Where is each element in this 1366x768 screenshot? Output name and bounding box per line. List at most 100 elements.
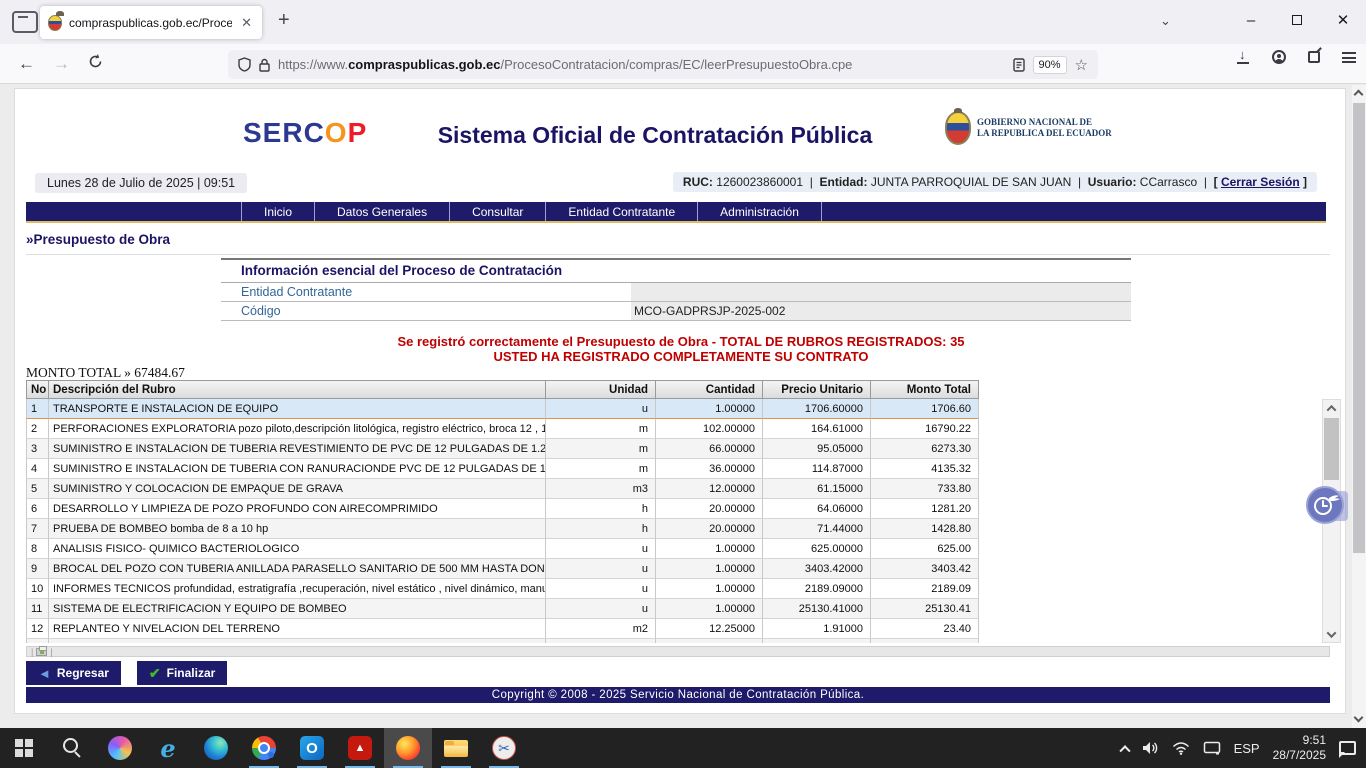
table-row[interactable]: 5SUMINISTRO Y COLOCACION DE EMPAQUE DE G…: [26, 479, 1341, 499]
scroll-down-icon[interactable]: [1323, 626, 1340, 642]
menu-item-entidad-contratante[interactable]: Entidad Contratante: [545, 202, 697, 221]
taskbar-clock[interactable]: 9:51 28/7/2025: [1273, 733, 1326, 763]
finalizar-button[interactable]: ✔ Finalizar: [137, 661, 227, 685]
menu-item-datos-generales[interactable]: Datos Generales: [314, 202, 449, 221]
table-row[interactable]: 6DESARROLLO Y LIMPIEZA DE POZO PROFUNDO …: [26, 499, 1341, 519]
cell-unidad: h: [546, 519, 656, 539]
page-scrollbar-thumb[interactable]: [1353, 103, 1365, 553]
browser-tab[interactable]: compraspublicas.gob.ec/Proce ✕: [40, 6, 262, 39]
cell-no: 3: [26, 439, 49, 459]
copilot-icon[interactable]: [96, 728, 144, 768]
new-tab-icon[interactable]: +: [278, 9, 290, 32]
table-row[interactable]: 7PRUEBA DE BOMBEO bomba de 8 a 10 hph20.…: [26, 519, 1341, 539]
url-bar[interactable]: https://www.compraspublicas.gob.ec/Proce…: [228, 50, 1098, 79]
bookmark-star-icon[interactable]: ☆: [1075, 56, 1088, 74]
reload-icon[interactable]: [88, 54, 103, 74]
maximize-icon[interactable]: [1274, 0, 1320, 40]
table-row[interactable]: 12REPLANTEO Y NIVELACION DEL TERRENOm212…: [26, 619, 1341, 639]
acrobat-icon[interactable]: ▲: [336, 728, 384, 768]
minimize-icon[interactable]: –: [1228, 0, 1274, 40]
taskbar: e O▲ ✂ ESP 9:51 28/7/2025: [0, 728, 1366, 768]
cell-desc: EXCAVACION A PULSO: [49, 639, 546, 643]
language-indicator[interactable]: ESP: [1234, 741, 1260, 756]
outlook-icon[interactable]: O: [288, 728, 336, 768]
cell-monto: 4135.32: [871, 459, 979, 479]
page-scroll-down-icon[interactable]: [1354, 713, 1364, 723]
zoom-level-badge[interactable]: 90%: [1033, 56, 1067, 74]
cell-precio: 64.06000: [763, 499, 871, 519]
firefox-view-icon[interactable]: [12, 11, 38, 33]
page-scrollbar[interactable]: [1352, 85, 1366, 728]
chrome-icon[interactable]: [240, 728, 288, 768]
table-row[interactable]: 9BROCAL DEL POZO CON TUBERIA ANILLADA PA…: [26, 559, 1341, 579]
volume-icon[interactable]: [1142, 741, 1159, 755]
cell-cant: 36.00000: [656, 459, 763, 479]
menu-icon[interactable]: [1342, 52, 1356, 63]
logout-link[interactable]: Cerrar Sesión: [1221, 175, 1300, 189]
snipping-tool-icon[interactable]: ✂: [480, 728, 528, 768]
account-icon[interactable]: [1272, 50, 1286, 64]
download-icon[interactable]: [1236, 50, 1250, 64]
clock-extension-widget[interactable]: [1306, 486, 1348, 526]
cell-desc: SISTEMA DE ELECTRIFICACION Y EQUIPO DE B…: [49, 599, 546, 619]
table-row[interactable]: 2PERFORACIONES EXPLORATORIA pozo piloto,…: [26, 419, 1341, 439]
firefox-icon[interactable]: [384, 728, 432, 768]
taskbar-icons: e O▲ ✂: [0, 728, 528, 768]
table-row[interactable]: 13EXCAVACION A PULSOm32.5000011.9000029.…: [26, 639, 1341, 643]
ie-icon[interactable]: e: [144, 728, 192, 768]
cell-precio: 114.87000: [763, 459, 871, 479]
explorer-icon[interactable]: [432, 728, 480, 768]
reader-mode-icon[interactable]: [1013, 58, 1025, 72]
cell-cant: 1.00000: [656, 579, 763, 599]
session-info: RUC: 1260023860001 | Entidad: JUNTA PARR…: [673, 172, 1317, 192]
cell-monto: 625.00: [871, 539, 979, 559]
forward-icon[interactable]: →: [53, 54, 70, 74]
system-tray: ESP 9:51 28/7/2025: [1121, 728, 1366, 768]
page-scroll-up-icon[interactable]: [1354, 90, 1364, 100]
cell-no: 2: [26, 419, 49, 439]
close-tab-icon[interactable]: ✕: [239, 15, 254, 31]
menu-item-inicio[interactable]: Inicio: [241, 202, 314, 221]
breadcrumb: »Presupuesto de Obra: [26, 232, 1330, 255]
site-footer: Copyright © 2008 - 2025 Servicio Naciona…: [26, 687, 1330, 703]
cell-no: 9: [26, 559, 49, 579]
cell-precio: 1706.60000: [763, 399, 871, 419]
edge-icon[interactable]: [192, 728, 240, 768]
cell-precio: 71.44000: [763, 519, 871, 539]
extension-icon[interactable]: [1308, 51, 1320, 63]
cell-cant: 20.00000: [656, 519, 763, 539]
process-info-box: Información esencial del Proceso de Cont…: [221, 258, 1131, 321]
close-window-icon[interactable]: ✕: [1320, 0, 1366, 40]
table-row[interactable]: 11SISTEMA DE ELECTRIFICACION Y EQUIPO DE…: [26, 599, 1341, 619]
scroll-up-icon[interactable]: [1323, 400, 1340, 416]
table-row[interactable]: 10INFORMES TECNICOS profundidad, estrati…: [26, 579, 1341, 599]
cast-icon[interactable]: [1203, 741, 1221, 755]
back-icon[interactable]: ←: [18, 54, 35, 74]
wifi-icon[interactable]: [1172, 742, 1190, 755]
cell-monto: 16790.22: [871, 419, 979, 439]
table-row[interactable]: 8ANALISIS FISICO- QUIMICO BACTERIOLOGICO…: [26, 539, 1341, 559]
cell-no: 1: [26, 399, 49, 419]
notification-center-icon[interactable]: [1339, 741, 1356, 755]
cell-monto: 6273.30: [871, 439, 979, 459]
start-icon[interactable]: [0, 728, 48, 768]
menu-item-administración[interactable]: Administración: [697, 202, 822, 221]
table-scrollbar-thumb[interactable]: [1324, 418, 1339, 480]
cell-unidad: u: [546, 399, 656, 419]
shield-icon[interactable]: [238, 57, 251, 72]
print-icon[interactable]: [36, 648, 47, 656]
search-icon[interactable]: [48, 728, 96, 768]
regresar-button[interactable]: ◄ Regresar: [26, 661, 121, 685]
table-row[interactable]: 3SUMINISTRO E INSTALACION DE TUBERIA REV…: [26, 439, 1341, 459]
table-row[interactable]: 4SUMINISTRO E INSTALACION DE TUBERIA CON…: [26, 459, 1341, 479]
cell-no: 13: [26, 639, 49, 643]
favicon: [48, 15, 62, 31]
menu-item-consultar[interactable]: Consultar: [449, 202, 545, 221]
cell-unidad: m2: [546, 619, 656, 639]
winged-clock-icon[interactable]: [1306, 486, 1344, 524]
list-tabs-icon[interactable]: ⌄: [1160, 13, 1171, 29]
table-row[interactable]: 1TRANSPORTE E INSTALACION DE EQUIPOu1.00…: [26, 399, 1341, 419]
cell-no: 11: [26, 599, 49, 619]
tray-chevron-up-icon[interactable]: [1119, 745, 1130, 756]
cell-monto: 1428.80: [871, 519, 979, 539]
